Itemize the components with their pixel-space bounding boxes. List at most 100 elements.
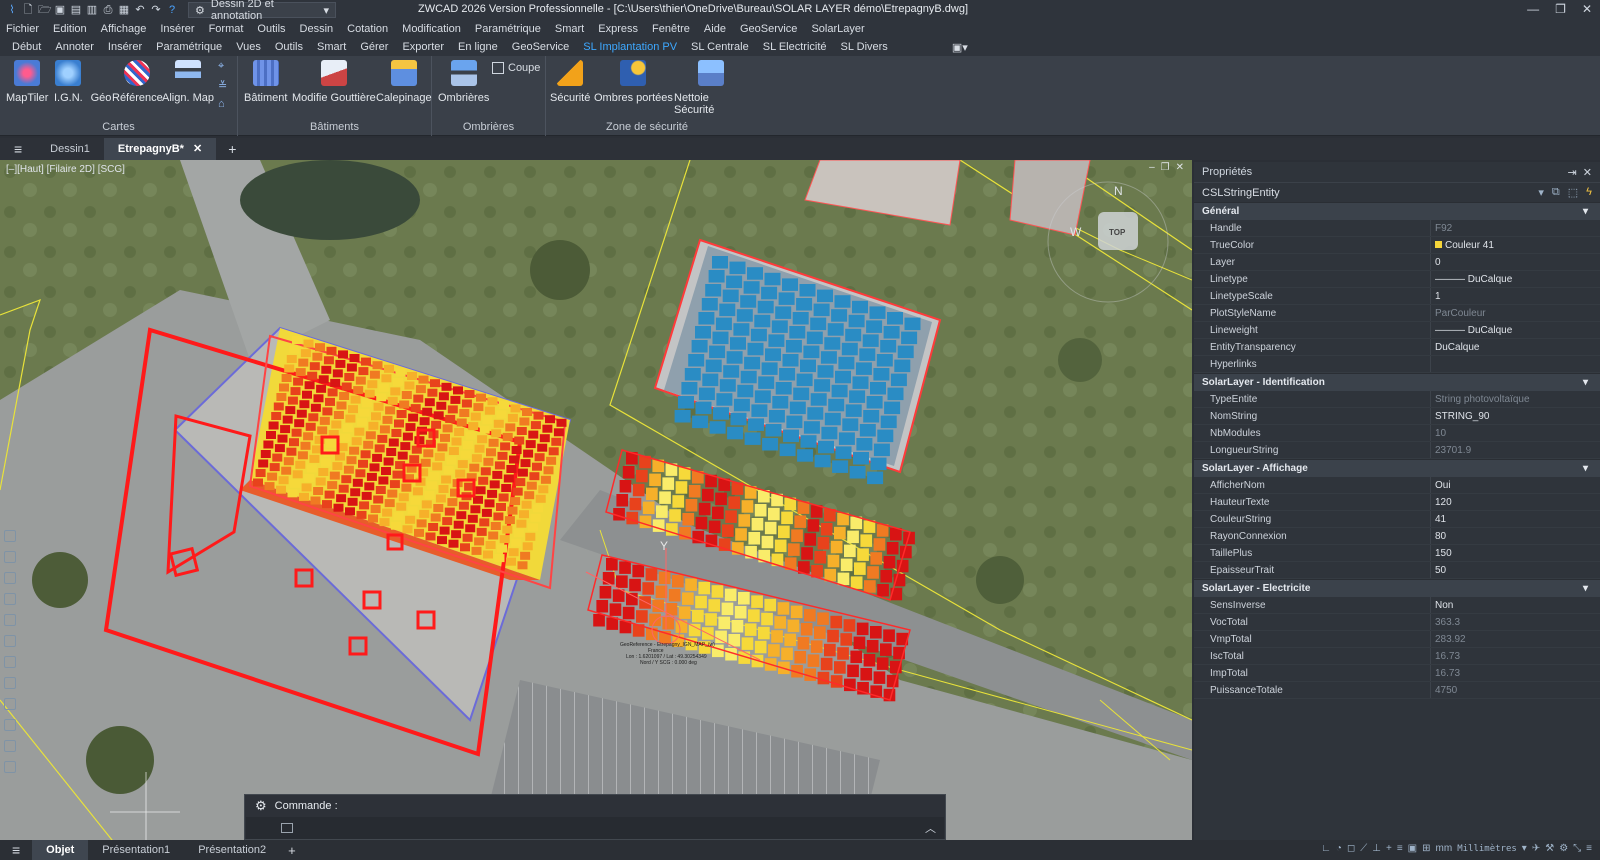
property-value[interactable]: Oui: [1430, 477, 1600, 493]
property-row[interactable]: SensInverse Non: [1194, 597, 1600, 614]
ribbon-tab-6[interactable]: Smart: [317, 41, 346, 53]
otrack-icon[interactable]: ⟋: [1360, 843, 1367, 854]
securite-button[interactable]: Sécurité: [550, 60, 590, 104]
save-icon[interactable]: ▣: [54, 4, 66, 16]
gear-icon[interactable]: ⚙: [255, 798, 267, 814]
property-value[interactable]: Couleur 41: [1430, 237, 1600, 253]
property-row[interactable]: TaillePlus 150: [1194, 545, 1600, 562]
coupe-button[interactable]: Coupe: [492, 62, 540, 74]
nav-tool-10-icon[interactable]: [4, 719, 16, 731]
property-value[interactable]: 16.73: [1430, 648, 1600, 664]
property-value[interactable]: Non: [1430, 597, 1600, 613]
property-row[interactable]: Lineweight ——— DuCalque: [1194, 322, 1600, 339]
property-row[interactable]: Layer 0: [1194, 254, 1600, 271]
help-icon[interactable]: ?: [166, 4, 178, 16]
workspace-select[interactable]: ⚙ Dessin 2D et annotation ▾: [188, 0, 336, 22]
property-value[interactable]: 4750: [1430, 682, 1600, 698]
close-button[interactable]: ✕: [1582, 2, 1592, 16]
add-layout-button[interactable]: +: [280, 843, 304, 858]
ribbon-tab-4[interactable]: Vues: [236, 41, 261, 53]
ign-button[interactable]: I.G.N.: [54, 60, 83, 104]
property-row[interactable]: PlotStyleName ParCouleur: [1194, 305, 1600, 322]
property-row[interactable]: VocTotal 363.3: [1194, 614, 1600, 631]
print-icon[interactable]: ⎙: [102, 4, 114, 16]
ombrieres-button[interactable]: Ombrières: [438, 60, 489, 104]
osnap-icon[interactable]: ◻: [1347, 843, 1355, 854]
collapse-chevron-icon[interactable]: ▾: [1583, 583, 1588, 594]
section-header[interactable]: SolarLayer - Identification ▾: [1194, 373, 1600, 391]
property-row[interactable]: EntityTransparency DuCalque: [1194, 339, 1600, 356]
property-value[interactable]: 23701.9: [1430, 442, 1600, 458]
drawing-viewport[interactable]: Y GeoReference - Etrepagny_IGN_MAP_(w) F…: [0, 160, 1192, 840]
publish-icon[interactable]: ▦: [118, 4, 130, 16]
collapse-chevron-icon[interactable]: ▾: [1583, 377, 1588, 388]
pin-icon[interactable]: ⇥: [1567, 167, 1576, 179]
menu-item-5[interactable]: Outils: [257, 23, 285, 35]
collapse-chevron-icon[interactable]: ▾: [1583, 463, 1588, 474]
ribbon-tab-2[interactable]: Insérer: [108, 41, 142, 53]
ribbon-tab-14[interactable]: SL Divers: [841, 41, 888, 53]
property-row[interactable]: TypeEntite String photovoltaïque: [1194, 391, 1600, 408]
ribbon-tab-3[interactable]: Paramétrique: [156, 41, 222, 53]
property-value[interactable]: 363.3: [1430, 614, 1600, 630]
command-expand-icon[interactable]: ︿: [925, 820, 936, 836]
ribbon-tab-9[interactable]: En ligne: [458, 41, 498, 53]
menu-item-11[interactable]: Express: [598, 23, 638, 35]
viewport-minimize-icon[interactable]: –: [1149, 162, 1155, 173]
property-row[interactable]: PuissanceTotale 4750: [1194, 682, 1600, 699]
qp-icon[interactable]: ⊞: [1422, 843, 1430, 854]
ribbon-tab-13[interactable]: SL Electricité: [763, 41, 827, 53]
geo-button[interactable]: Géo: [88, 60, 114, 104]
nav-tool-4-icon[interactable]: [4, 593, 16, 605]
property-value[interactable]: ——— DuCalque: [1430, 322, 1600, 338]
menu-item-1[interactable]: Edition: [53, 23, 87, 35]
clean-screen-icon[interactable]: ⤡: [1573, 843, 1581, 854]
open-folder-icon[interactable]: 🗁: [38, 4, 52, 16]
align-map-button[interactable]: Align. Map: [162, 60, 214, 104]
nav-tool-5-icon[interactable]: [4, 614, 16, 626]
modifie-gouttiere-button[interactable]: Modifie Gouttière: [292, 60, 376, 104]
reference-button[interactable]: Référence: [112, 60, 163, 104]
calepinage-button[interactable]: Calepinage: [376, 60, 432, 104]
nettoie-securite-button[interactable]: Nettoie Sécurité: [674, 60, 748, 116]
redo-icon[interactable]: ↷: [150, 4, 162, 16]
align-tool-icon[interactable]: ≚: [218, 79, 227, 92]
property-value[interactable]: 10: [1430, 425, 1600, 441]
select-objects-icon[interactable]: ⬚: [1568, 186, 1578, 199]
nav-tool-11-icon[interactable]: [4, 740, 16, 752]
hamburger-menu-icon[interactable]: ≡: [0, 141, 36, 157]
print-preview-icon[interactable]: ▥: [86, 4, 98, 16]
ducs-icon[interactable]: ⊥: [1372, 843, 1381, 854]
property-value[interactable]: 50: [1430, 562, 1600, 578]
menu-item-14[interactable]: GeoService: [740, 23, 797, 35]
lineweight-icon[interactable]: ≡: [1397, 843, 1403, 854]
ribbon-tab-12[interactable]: SL Centrale: [691, 41, 749, 53]
command-input[interactable]: ︿: [246, 817, 944, 839]
menu-item-3[interactable]: Insérer: [160, 23, 194, 35]
quick-select-icon[interactable]: ϟ: [1586, 186, 1592, 199]
property-value[interactable]: ——— DuCalque: [1430, 271, 1600, 287]
nav-tool-8-icon[interactable]: [4, 677, 16, 689]
property-row[interactable]: ImpTotal 16.73: [1194, 665, 1600, 682]
menu-item-8[interactable]: Modification: [402, 23, 461, 35]
property-value[interactable]: ParCouleur: [1430, 305, 1600, 321]
ribbon-tab-8[interactable]: Exporter: [402, 41, 444, 53]
menu-item-15[interactable]: SolarLayer: [811, 23, 864, 35]
layout-menu-icon[interactable]: ≡: [0, 842, 32, 858]
property-value[interactable]: 0: [1430, 254, 1600, 270]
property-value[interactable]: 41: [1430, 511, 1600, 527]
nav-tool-7-icon[interactable]: [4, 656, 16, 668]
menu-item-13[interactable]: Aide: [704, 23, 726, 35]
property-value[interactable]: 120: [1430, 494, 1600, 510]
nav-tool-3-icon[interactable]: [4, 572, 16, 584]
menu-item-12[interactable]: Fenêtre: [652, 23, 690, 35]
property-row[interactable]: LongueurString 23701.9: [1194, 442, 1600, 459]
property-row[interactable]: LinetypeScale 1: [1194, 288, 1600, 305]
nav-tool-1-icon[interactable]: [4, 530, 16, 542]
ribbon-tab-0[interactable]: Début: [12, 41, 41, 53]
property-row[interactable]: CouleurString 41: [1194, 511, 1600, 528]
building-tool-icon[interactable]: ⌂: [218, 98, 227, 110]
new-file-icon[interactable]: 🗋: [22, 4, 34, 16]
app-logo-icon[interactable]: ⌇: [6, 4, 18, 16]
save-as-icon[interactable]: ▤: [70, 4, 82, 16]
